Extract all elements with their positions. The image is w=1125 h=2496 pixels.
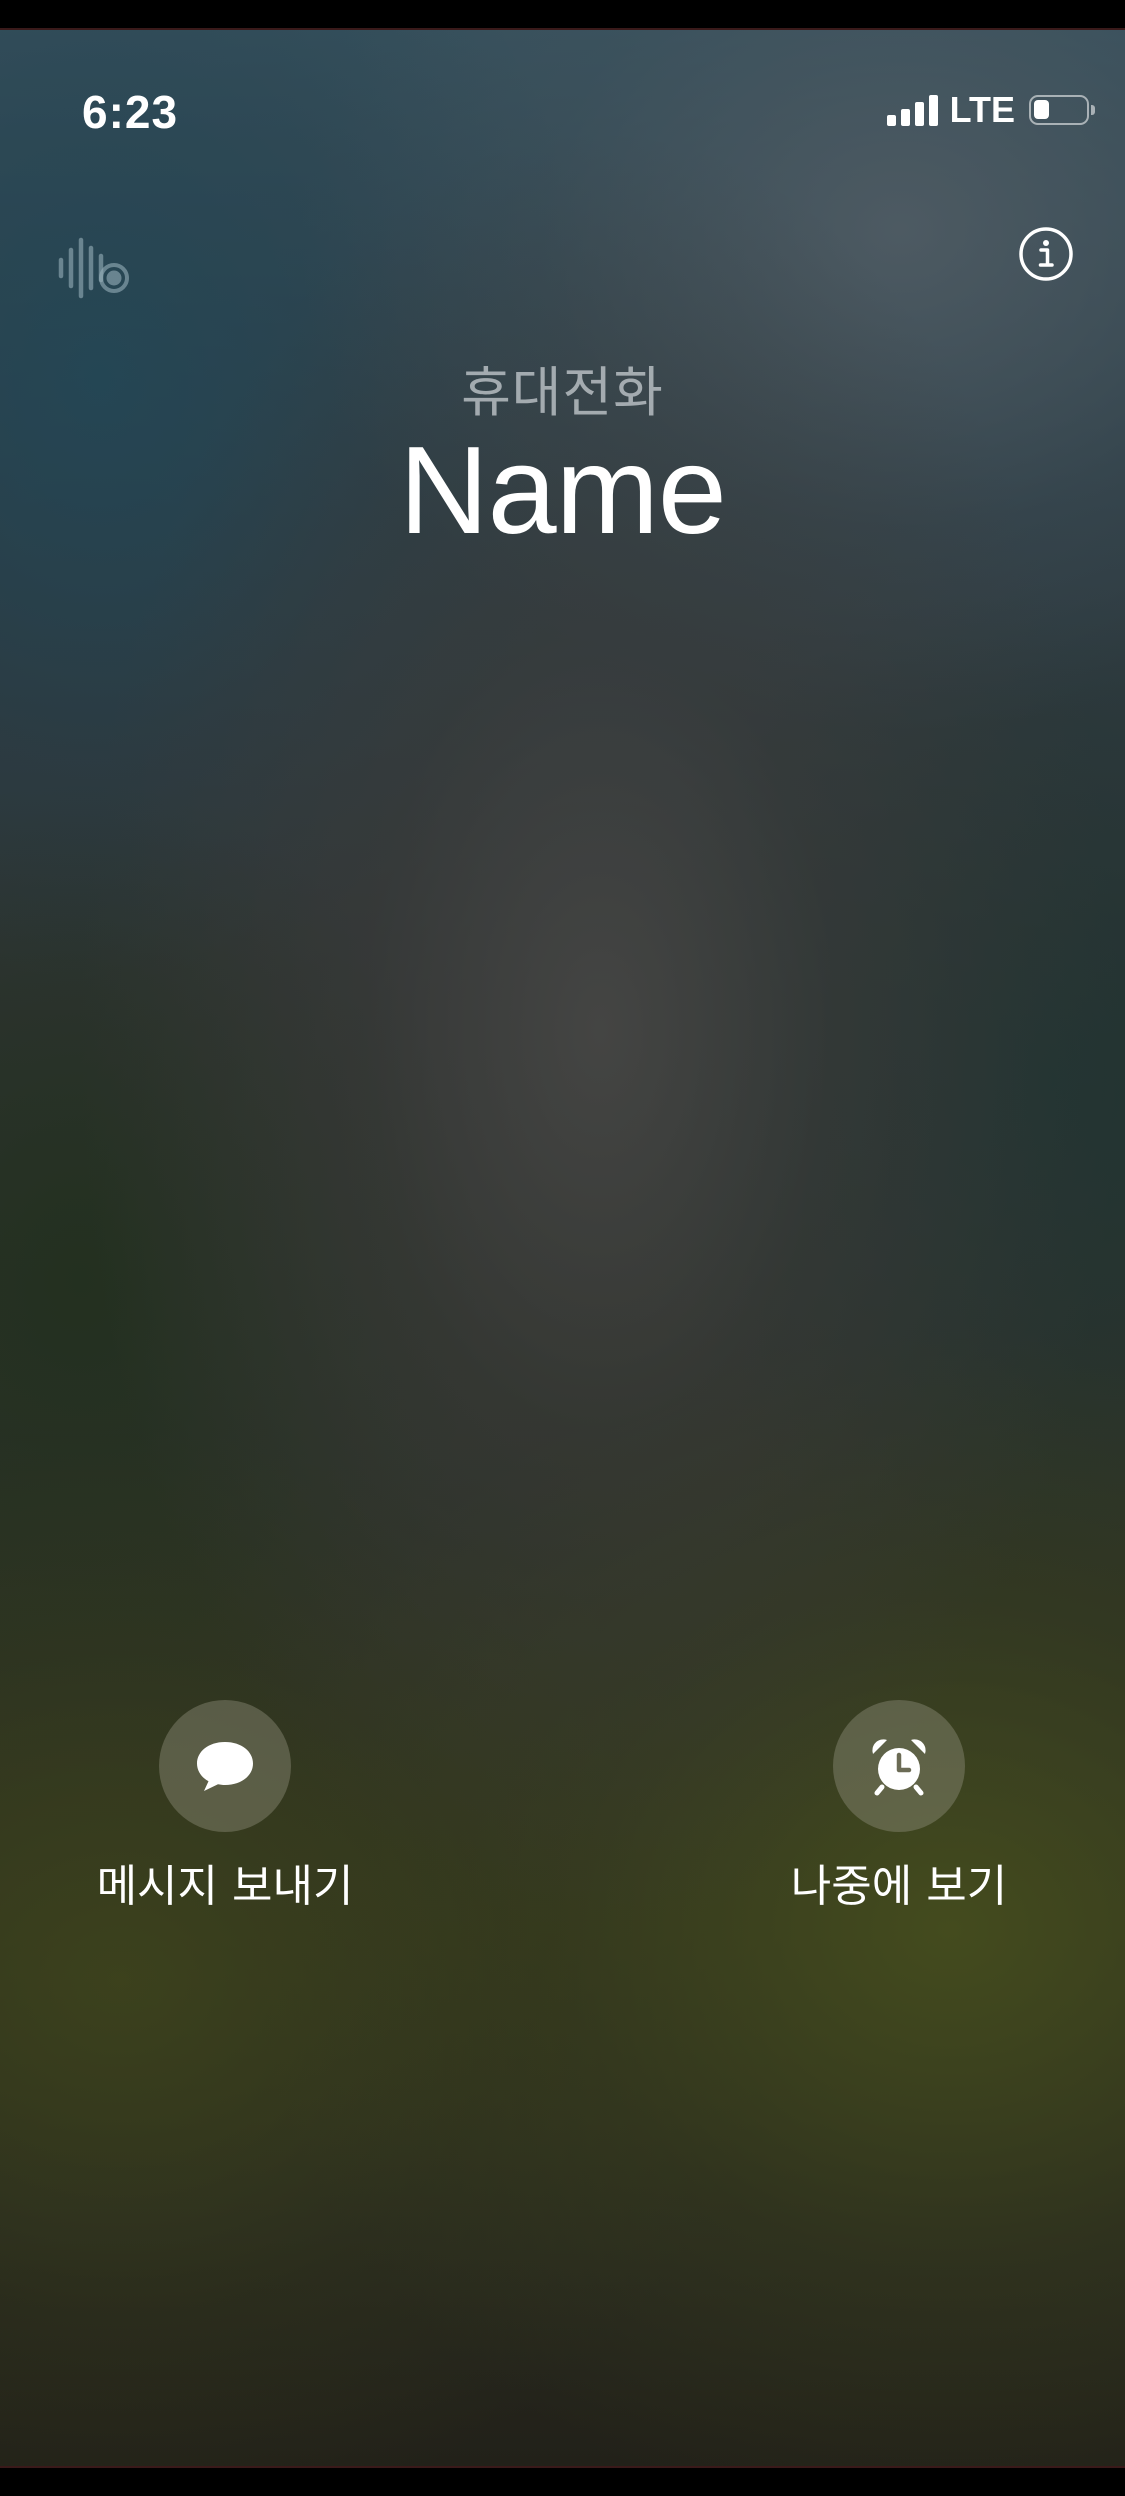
- remind-later-button-circle[interactable]: [833, 1700, 965, 1832]
- signal-strength-icon: [886, 94, 938, 126]
- caller-label: 휴대전화: [461, 361, 664, 424]
- caller-name: Name: [399, 422, 727, 560]
- top-border: [0, 0, 1125, 30]
- voice-waveform-icon: [58, 237, 129, 299]
- message-button[interactable]: 메시지 보내기: [75, 1700, 375, 1914]
- info-icon[interactable]: [1018, 226, 1074, 282]
- message-label: 메시지 보내기: [96, 1861, 354, 1912]
- message-bubble-icon: [197, 1742, 253, 1791]
- alarm-clock-icon: [872, 1739, 926, 1796]
- message-button-circle[interactable]: [159, 1700, 291, 1832]
- status-indicators: LTE: [886, 89, 1095, 130]
- incoming-call-screen: 6:23 LTE 휴대전화 Name 메시지 보내기 나중에 보기: [0, 30, 1125, 2466]
- remind-later-button[interactable]: 나중에 보기: [749, 1700, 1049, 1914]
- battery-level: [1034, 100, 1049, 119]
- battery-icon: [1029, 95, 1089, 125]
- battery-cap: [1091, 105, 1095, 115]
- remind-later-label: 나중에 보기: [790, 1861, 1008, 1912]
- status-time: 6:23: [82, 86, 179, 138]
- bottom-border: [0, 2466, 1125, 2496]
- network-type: LTE: [949, 89, 1015, 130]
